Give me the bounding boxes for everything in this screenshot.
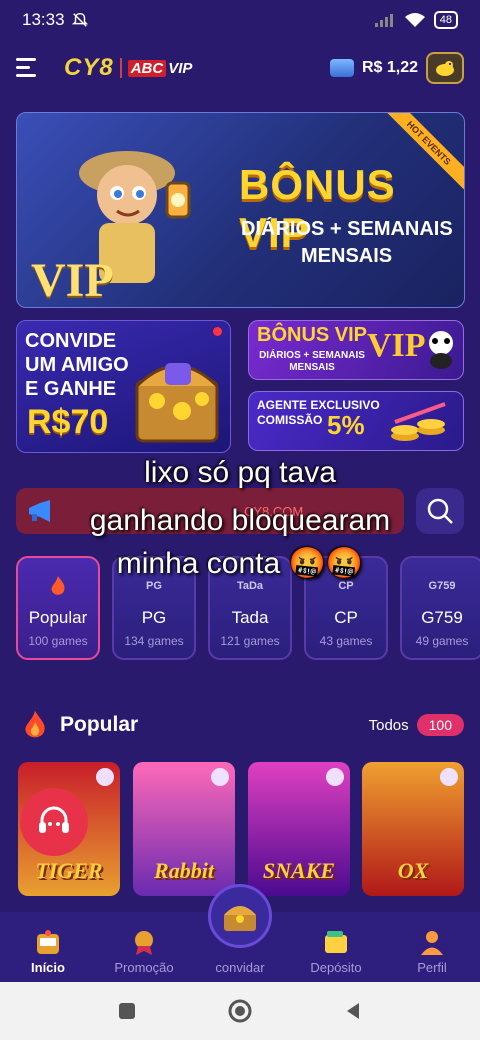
treasure-chest-icon bbox=[224, 906, 256, 931]
game-title: OX bbox=[397, 858, 429, 883]
app-header: CY8 ABC VIP R$ 1,22 bbox=[0, 40, 480, 96]
signal-icon bbox=[374, 14, 393, 27]
logo-cy8: CY8 bbox=[64, 54, 114, 81]
recents-icon[interactable] bbox=[117, 1001, 137, 1021]
invite-text: CONVIDE UM AMIGO E GANHE bbox=[25, 329, 129, 401]
logo[interactable]: CY8 ABC VIP bbox=[64, 54, 192, 82]
back-icon[interactable] bbox=[343, 1001, 363, 1021]
logo-partner-badge: ABC bbox=[127, 59, 167, 77]
caption-line-3: minha conta 🤬🤬 bbox=[116, 547, 364, 580]
status-bar: 13:33 48 bbox=[0, 0, 480, 40]
provider-name: G759 bbox=[421, 608, 463, 627]
balance[interactable]: R$ 1,22 bbox=[329, 52, 464, 84]
invite-line-1: CONVIDE bbox=[25, 330, 117, 352]
caption-line-2: ganhando bloquearam bbox=[89, 504, 391, 537]
nav-label: convidar bbox=[215, 960, 265, 975]
provider-count: 100 games bbox=[28, 634, 88, 648]
headset-icon bbox=[39, 806, 69, 833]
nav-label: Início bbox=[31, 960, 65, 975]
provider-count: 121 games bbox=[220, 634, 280, 648]
provider-name: Popular bbox=[28, 608, 88, 627]
notification-dot bbox=[213, 327, 222, 336]
nav-promocao[interactable]: Promoção bbox=[96, 912, 192, 982]
favorite-icon[interactable] bbox=[326, 768, 344, 786]
favorite-icon[interactable] bbox=[211, 768, 229, 786]
user-icon bbox=[421, 931, 443, 955]
popular-section-header: Popular Todos 100 bbox=[22, 706, 464, 744]
mute-bell-icon bbox=[71, 12, 88, 27]
invite-center-button[interactable] bbox=[208, 884, 272, 948]
nav-deposito[interactable]: Depósito bbox=[288, 912, 384, 982]
wifi-icon bbox=[404, 13, 425, 27]
support-chat-button[interactable] bbox=[20, 788, 88, 856]
banner-agent-commission[interactable]: AGENTE EXCLUSIVO COMISSÃO 5% bbox=[248, 391, 464, 451]
vip-small-title: BÔNUS VIP bbox=[257, 324, 368, 346]
medal-icon bbox=[135, 931, 153, 955]
banner-subtitle-1: DIÁRIOS + SEMANAIS bbox=[241, 218, 453, 240]
favorite-icon[interactable] bbox=[440, 768, 458, 786]
game-count-badge[interactable]: 100 bbox=[416, 714, 464, 736]
menu-icon[interactable] bbox=[16, 58, 42, 78]
game-card-ox[interactable]: OX bbox=[362, 762, 464, 896]
agent-line-2: COMISSÃO bbox=[257, 413, 323, 427]
nav-label: Depósito bbox=[310, 960, 362, 975]
invite-amount: R$70 bbox=[27, 403, 109, 441]
vip-small-word: VIP bbox=[367, 327, 426, 364]
system-navigation-bar bbox=[0, 982, 480, 1040]
agent-percent: 5% bbox=[327, 410, 365, 440]
provider-name: PG bbox=[141, 608, 167, 627]
panda-icon bbox=[429, 331, 453, 369]
caption-line-1: lixo só pq tava bbox=[144, 456, 336, 489]
nav-label: Promoção bbox=[114, 960, 174, 975]
provider-count: 43 games bbox=[319, 634, 373, 648]
favorite-icon[interactable] bbox=[96, 768, 114, 786]
banner-subtitle-2: MENSAIS bbox=[301, 245, 393, 267]
duck-icon bbox=[436, 61, 454, 76]
logo-partner: ABC VIP bbox=[127, 59, 193, 77]
provider-name: CP bbox=[334, 608, 358, 627]
banner-vip-small[interactable]: BÔNUS VIP DIÁRIOS + SEMANAIS MENSAIS VIP bbox=[248, 320, 464, 380]
invite-line-3: E GANHE bbox=[25, 378, 117, 400]
banner-vip-word: VIP bbox=[31, 254, 114, 307]
treasure-button[interactable] bbox=[426, 52, 464, 84]
banner-invite-friend[interactable]: CONVIDE UM AMIGO E GANHE R$70 bbox=[16, 320, 231, 453]
wallet-icon bbox=[329, 59, 354, 77]
game-title: SNAKE bbox=[262, 858, 336, 883]
banner-title: BÔNUS VIP bbox=[239, 161, 396, 256]
nav-perfil[interactable]: Perfil bbox=[384, 912, 480, 982]
section-title: Popular bbox=[60, 713, 139, 736]
coin-stack-icon bbox=[391, 402, 446, 441]
view-all-link[interactable]: Todos bbox=[369, 717, 409, 734]
treasure-chest-illustration bbox=[135, 363, 219, 443]
provider-name: Tada bbox=[231, 608, 269, 627]
fire-icon bbox=[25, 710, 45, 738]
provider-count: 134 games bbox=[124, 634, 184, 648]
game-card-rabbit[interactable]: Rabbit bbox=[133, 762, 235, 896]
wallet-icon bbox=[325, 931, 347, 953]
game-card-snake[interactable]: SNAKE bbox=[248, 762, 350, 896]
logo-divider bbox=[119, 58, 122, 78]
status-time: 13:33 bbox=[22, 10, 65, 29]
nav-inicio[interactable]: Início bbox=[0, 912, 96, 982]
provider-count: 49 games bbox=[415, 634, 469, 648]
logo-partner-text: VIP bbox=[168, 59, 193, 77]
vip-small-subtitle: DIÁRIOS + SEMANAIS MENSAIS bbox=[259, 350, 365, 373]
game-title: Rabbit bbox=[154, 858, 214, 883]
nav-label: Perfil bbox=[417, 960, 447, 975]
invite-line-2: UM AMIGO bbox=[25, 354, 129, 376]
game-title: TIGER bbox=[35, 858, 103, 883]
slot-machine-icon bbox=[37, 930, 59, 954]
home-icon[interactable] bbox=[227, 998, 253, 1024]
battery-icon: 48 bbox=[433, 11, 458, 29]
banner-bonus-vip[interactable]: HOT EVENTS BÔNUS VIP DIÁRIOS + SEMANAIS … bbox=[16, 112, 465, 308]
balance-amount: R$ 1,22 bbox=[361, 59, 418, 76]
